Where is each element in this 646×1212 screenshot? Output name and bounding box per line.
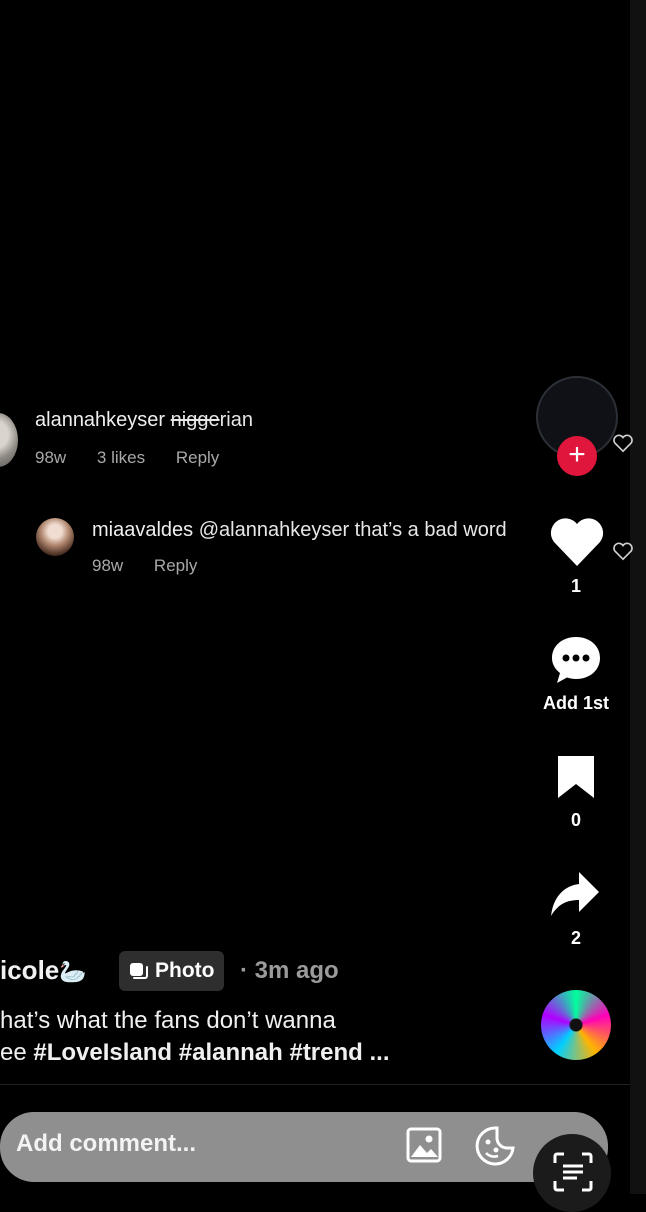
swan-emoji-icon: 🦢	[59, 959, 87, 984]
comment-text: rian	[219, 409, 253, 431]
scan-text-icon	[553, 1152, 593, 1192]
reply-button[interactable]: Reply	[176, 448, 219, 467]
like-heart-icon[interactable]	[549, 516, 605, 568]
comment-meta: 98w Reply	[92, 556, 223, 576]
screen-edge-strip	[630, 0, 646, 1194]
emoji-sticker-icon[interactable]	[474, 1125, 516, 1167]
post-username[interactable]: icole🦢	[0, 955, 87, 986]
like-count: 1	[570, 576, 581, 596]
comment-likes: 3 likes	[96, 448, 146, 467]
photo-badge-label: Photo	[155, 959, 215, 982]
comment-meta: 98w 3 likes Reply	[35, 448, 245, 468]
comment-like-heart-icon[interactable]	[612, 433, 634, 453]
music-disc[interactable]	[541, 990, 611, 1060]
share-count: 2	[570, 928, 581, 948]
comment-line: alannahkeyser niggerian	[35, 409, 253, 432]
commenter-avatar[interactable]	[0, 413, 18, 467]
post-time: · 3m ago	[240, 957, 339, 984]
image-icon[interactable]	[406, 1127, 442, 1163]
comment-line: miaavaldes @alannahkeyser that’s a bad w…	[92, 519, 507, 542]
share-arrow-icon[interactable]	[549, 868, 601, 920]
reply-button[interactable]: Reply	[154, 556, 197, 575]
save-count: 0	[570, 810, 581, 830]
caption-line-2: ee #LoveIsland #alannah #trend ...	[0, 1037, 520, 1069]
post-username-text: icole	[0, 955, 60, 985]
comment-like-heart-icon[interactable]	[612, 541, 634, 561]
comment-username[interactable]: miaavaldes	[92, 519, 193, 541]
comment-count-label: Add 1st	[542, 693, 609, 713]
comment-text-struck: nigge	[170, 409, 220, 431]
caption-line-2-prefix: ee	[0, 1039, 34, 1066]
caption-ellipsis[interactable]: ...	[363, 1039, 389, 1066]
divider	[0, 1084, 630, 1085]
comment-username[interactable]: alannahkeyser	[35, 409, 165, 431]
photo-badge: Photo	[119, 951, 225, 991]
commenter-avatar[interactable]	[36, 518, 74, 556]
follow-plus-icon[interactable]: +	[557, 436, 597, 476]
comment-text: @alannahkeyser that’s a bad word	[198, 519, 507, 541]
bookmark-icon[interactable]	[556, 754, 596, 800]
comment-age: 98w	[35, 448, 67, 467]
comment-bubble-icon[interactable]	[549, 634, 603, 686]
photo-stack-icon	[130, 963, 148, 979]
comment-age: 98w	[92, 556, 124, 575]
comment-input-placeholder[interactable]: Add comment...	[16, 1130, 196, 1158]
caption-hashtags[interactable]: #LoveIsland #alannah #trend	[33, 1039, 362, 1066]
post-caption[interactable]: hat’s what the fans don’t wanna ee #Love…	[0, 1005, 520, 1069]
caption-line-1: hat’s what the fans don’t wanna	[0, 1007, 336, 1034]
